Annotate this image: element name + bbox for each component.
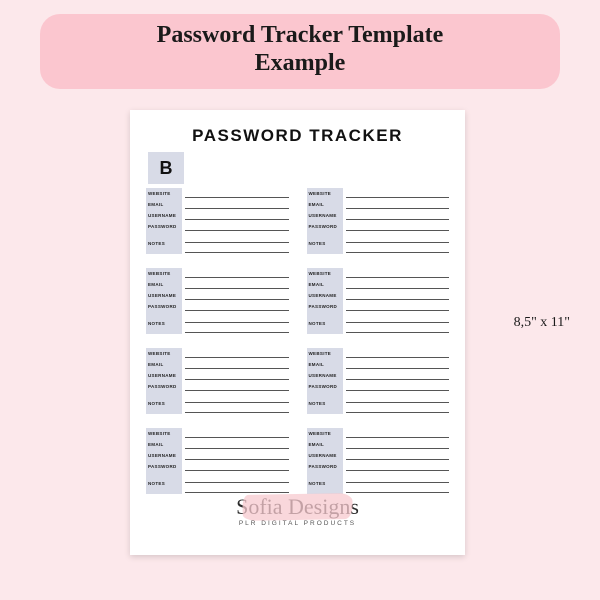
line-password: [185, 221, 289, 232]
page-heading: PASSWORD TRACKER: [146, 126, 449, 146]
label-website: WEBSITE: [146, 188, 182, 199]
label-username: USERNAME: [146, 210, 182, 221]
index-letter: B: [148, 152, 184, 184]
title-banner: Password Tracker Template Example: [40, 14, 560, 89]
watermark-brand: Sofia Designs: [236, 496, 359, 518]
entry-block: WEBSITE EMAIL USERNAME PASSWORD NOTES: [307, 268, 450, 334]
entry-block: WEBSITE EMAIL USERNAME PASSWORD NOTES: [307, 348, 450, 414]
entries-grid: WEBSITE EMAIL USERNAME PASSWORD NOTES WE…: [146, 188, 449, 494]
watermark-subtitle: PLR DIGITAL PRODUCTS: [236, 520, 359, 527]
line-notes: [185, 232, 289, 254]
entry-block: WEBSITE EMAIL USERNAME PASSWORD NOTES: [307, 188, 450, 254]
line-website: [185, 188, 289, 199]
entry-block: WEBSITE EMAIL USERNAME PASSWORD NOTES: [146, 188, 289, 254]
entry-block: WEBSITE EMAIL USERNAME PASSWORD NOTES: [146, 428, 289, 494]
title-line-1: Password Tracker Template: [60, 22, 540, 50]
entry-block: WEBSITE EMAIL USERNAME PASSWORD NOTES: [146, 348, 289, 414]
entry-block: WEBSITE EMAIL USERNAME PASSWORD NOTES: [307, 428, 450, 494]
watermark: Sofia Designs PLR DIGITAL PRODUCTS: [236, 494, 359, 527]
watermark-brush: [242, 493, 352, 521]
title-line-2: Example: [60, 50, 540, 78]
dimensions-label: 8,5" x 11": [514, 315, 570, 331]
template-page: PASSWORD TRACKER B WEBSITE EMAIL USERNAM…: [130, 110, 465, 555]
label-email: EMAIL: [146, 199, 182, 210]
entry-block: WEBSITE EMAIL USERNAME PASSWORD NOTES: [146, 268, 289, 334]
line-email: [185, 199, 289, 210]
label-notes: NOTES: [146, 232, 182, 254]
label-password: PASSWORD: [146, 221, 182, 232]
line-username: [185, 210, 289, 221]
